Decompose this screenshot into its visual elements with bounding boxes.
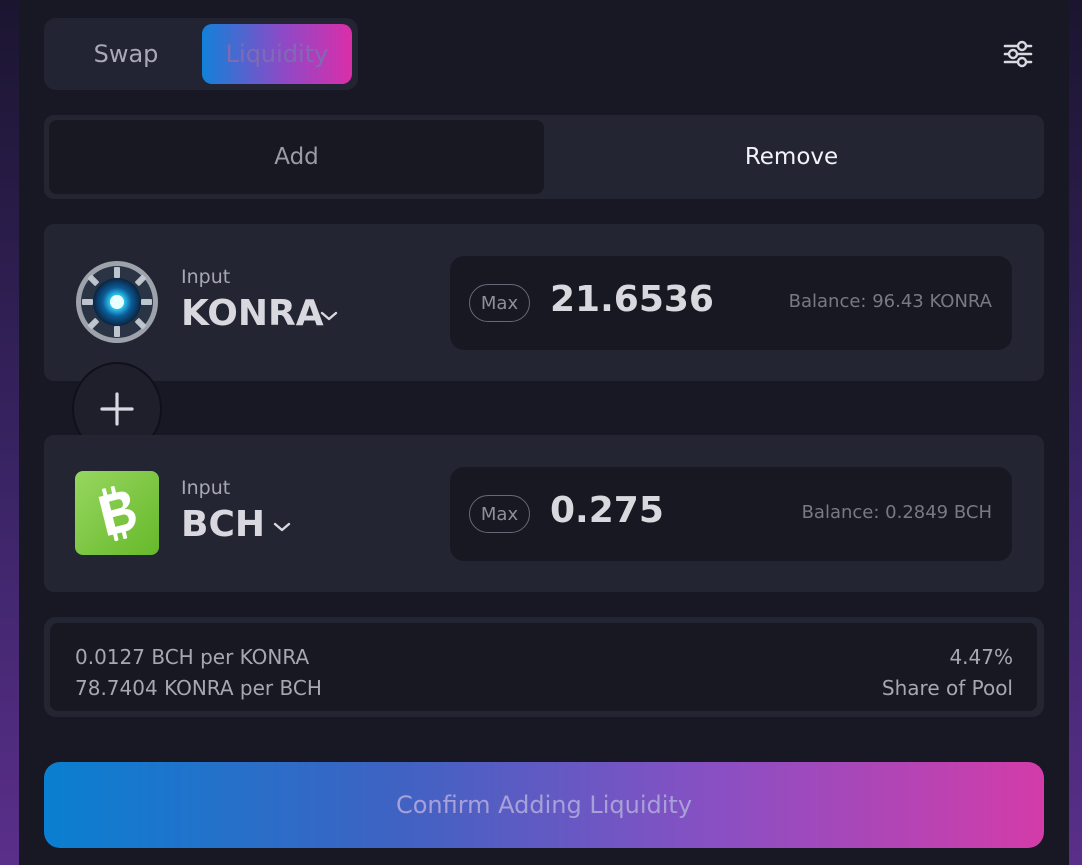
konra-token-icon — [76, 261, 158, 343]
rate-konra-per-bch: 78.7404 KONRA per BCH — [75, 676, 322, 700]
tab-swap[interactable]: Swap — [50, 24, 202, 84]
top-tab-bar: Swap Liquidity — [44, 18, 358, 90]
token-selector-bch[interactable]: BCH — [181, 504, 265, 545]
pool-info-inner: 0.0127 BCH per KONRA 78.7404 KONRA per B… — [50, 623, 1037, 711]
share-of-pool-value: 4.47% — [949, 645, 1013, 669]
amount-field-b[interactable]: Max 0.275 Balance: 0.2849 BCH — [450, 467, 1012, 561]
rate-bch-per-konra: 0.0127 BCH per KONRA — [75, 645, 310, 669]
balance-b: Balance: 0.2849 BCH — [801, 502, 992, 523]
plus-glyph-icon — [100, 392, 134, 426]
input-label: Input — [181, 266, 231, 288]
tab-liquidity[interactable]: Liquidity — [202, 24, 352, 84]
pool-info-panel: 0.0127 BCH per KONRA 78.7404 KONRA per B… — [44, 617, 1044, 717]
liquidity-mode-tabs: Add Remove — [44, 115, 1044, 199]
tab-add[interactable]: Add — [49, 120, 544, 194]
token-input-card-a: Input KONRA Max 21.6536 Balance: 96.43 K… — [44, 224, 1044, 381]
confirm-add-liquidity-button[interactable]: Confirm Adding Liquidity — [44, 762, 1044, 848]
share-of-pool-label: Share of Pool — [881, 676, 1013, 700]
amount-input-b[interactable]: 0.275 — [550, 490, 664, 531]
tab-remove[interactable]: Remove — [544, 120, 1039, 194]
input-label: Input — [181, 477, 231, 499]
settings-sliders-icon[interactable] — [1002, 38, 1034, 70]
chevron-down-icon[interactable] — [272, 521, 292, 533]
token-input-card-b: Input BCH Max 0.275 Balance: 0.2849 BCH — [44, 435, 1044, 592]
max-button[interactable]: Max — [469, 495, 530, 533]
amount-field-a[interactable]: Max 21.6536 Balance: 96.43 KONRA — [450, 256, 1012, 350]
bch-token-icon — [75, 471, 159, 555]
max-button[interactable]: Max — [469, 284, 530, 322]
token-selector-konra[interactable]: KONRA — [181, 293, 324, 334]
chevron-down-icon[interactable] — [319, 310, 339, 322]
balance-a: Balance: 96.43 KONRA — [788, 291, 992, 312]
amount-input-a[interactable]: 21.6536 — [550, 279, 714, 320]
